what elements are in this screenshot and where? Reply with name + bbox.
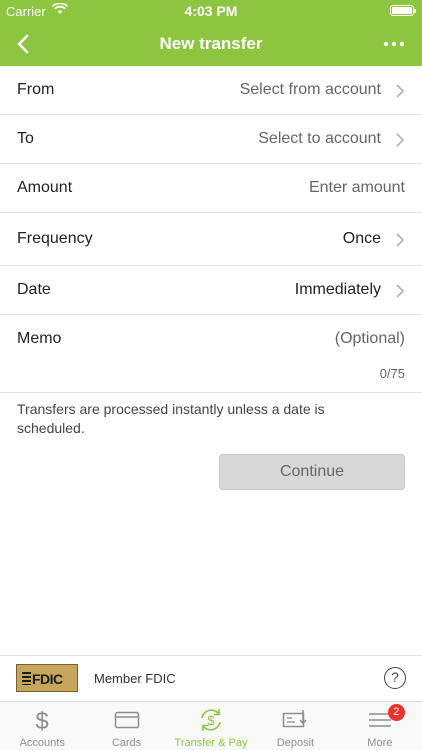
tab-deposit[interactable]: Deposit bbox=[253, 702, 337, 750]
card-icon bbox=[114, 711, 139, 729]
help-icon[interactable]: ? bbox=[384, 667, 406, 689]
status-bar: Carrier 4:03 PM bbox=[0, 0, 422, 22]
tab-label: Transfer & Pay bbox=[174, 737, 248, 749]
dollar-icon: $ bbox=[36, 708, 49, 734]
svg-text:$: $ bbox=[207, 713, 215, 728]
tab-label: More bbox=[367, 737, 393, 749]
continue-button[interactable]: Continue bbox=[219, 454, 405, 490]
member-fdic-label: Member FDIC bbox=[94, 671, 176, 686]
memo-char-counter: 0/75 bbox=[379, 366, 405, 381]
nav-bar: New transfer bbox=[0, 22, 422, 66]
tab-cards[interactable]: Cards bbox=[84, 702, 168, 750]
page-title: New transfer bbox=[159, 34, 263, 53]
fdic-footer: FDIC Member FDIC ? bbox=[0, 655, 422, 701]
from-label: From bbox=[17, 81, 55, 98]
tab-bar: $ Accounts Cards $ Transfer & Pay Deposi… bbox=[0, 701, 422, 750]
info-text: Transfers are processed instantly unless… bbox=[17, 401, 325, 436]
amount-input[interactable]: Enter amount bbox=[309, 179, 405, 197]
date-label: Date bbox=[17, 281, 51, 298]
battery-icon bbox=[390, 5, 416, 16]
chevron-right-icon bbox=[396, 284, 405, 298]
chevron-right-icon bbox=[396, 133, 405, 147]
memo-input[interactable]: (Optional) bbox=[335, 330, 405, 348]
status-time: 4:03 PM bbox=[184, 3, 238, 19]
to-account-value: Select to account bbox=[258, 130, 381, 147]
chevron-right-icon bbox=[396, 233, 405, 247]
tab-accounts[interactable]: $ Accounts bbox=[0, 702, 84, 750]
date-value: Immediately bbox=[294, 281, 381, 298]
to-account-row[interactable]: To Select to account bbox=[0, 115, 422, 164]
fdic-logo: FDIC bbox=[16, 664, 78, 692]
frequency-row[interactable]: Frequency Once bbox=[0, 213, 422, 266]
check-deposit-icon bbox=[283, 710, 307, 728]
notification-badge: 2 bbox=[387, 704, 405, 721]
frequency-value: Once bbox=[342, 230, 381, 247]
tab-label: Cards bbox=[111, 737, 142, 749]
to-label: To bbox=[17, 130, 34, 147]
from-account-value: Select from account bbox=[239, 81, 381, 98]
more-options-icon[interactable] bbox=[380, 30, 408, 58]
amount-row[interactable]: Amount Enter amount bbox=[0, 164, 422, 213]
tab-more[interactable]: 2 More bbox=[338, 702, 422, 750]
amount-label: Amount bbox=[17, 179, 73, 196]
date-row[interactable]: Date Immediately bbox=[0, 266, 422, 315]
tab-transfer-pay[interactable]: $ Transfer & Pay bbox=[169, 702, 253, 750]
memo-row[interactable]: Memo (Optional) 0/75 bbox=[0, 315, 422, 393]
transfer-form: From Select from account To Select to ac… bbox=[0, 66, 422, 393]
tab-label: Accounts bbox=[19, 737, 65, 749]
svg-text:$: $ bbox=[36, 708, 49, 734]
tab-label: Deposit bbox=[276, 737, 315, 749]
fdic-logo-text: FDIC bbox=[32, 671, 63, 687]
frequency-label: Frequency bbox=[17, 230, 93, 247]
memo-label: Memo bbox=[17, 330, 62, 347]
top-bar: Carrier 4:03 PM New transfer bbox=[0, 0, 422, 66]
chevron-right-icon bbox=[396, 84, 405, 98]
from-account-row[interactable]: From Select from account bbox=[0, 66, 422, 115]
transfer-icon: $ bbox=[201, 709, 221, 731]
